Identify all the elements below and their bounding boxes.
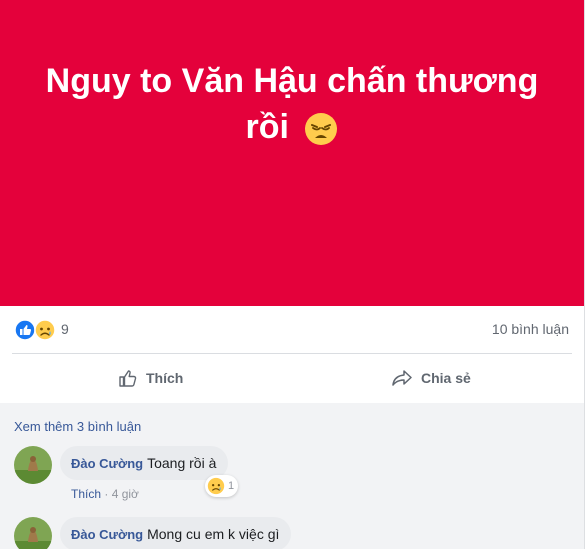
sad-icon [34,319,56,341]
avatar[interactable] [14,446,52,484]
comment-like-link[interactable]: Thích [71,487,101,501]
sad-icon [207,477,225,495]
comment-text: Toang rồi à [147,455,217,471]
comment-bubble: Đào Cường Mong cu em k việc gì [60,517,292,549]
banner-text: Nguy to Văn Hậu chấn thương rồi [30,58,554,150]
comment-meta: Thích · 4 giờ [71,487,139,501]
action-bar: Thích Chia sẻ [0,354,584,402]
avatar-image [14,517,52,549]
comment-author[interactable]: Đào Cường [71,527,143,542]
comment-text: Mong cu em k việc gì [147,526,280,542]
comment-author[interactable]: Đào Cường [71,456,143,471]
weary-face-icon [305,113,338,146]
banner-text-line1: Nguy to Văn Hậu chấn thương [45,62,539,100]
banner-text-line2: rồi [245,108,289,146]
share-label: Chia sẻ [421,370,471,386]
post-banner: Nguy to Văn Hậu chấn thương rồi [0,0,584,306]
meta-separator: · [104,487,112,501]
post-card: Nguy to Văn Hậu chấn thương rồi 9 10 bìn… [0,0,585,549]
share-button[interactable]: Chia sẻ [391,364,471,392]
reactions-bar: 9 10 bình luận [0,306,584,352]
comment-bubble: Đào Cường Toang rồi à [60,446,229,480]
share-arrow-icon [392,370,412,386]
comment-reaction-badge[interactable]: 1 [205,475,239,497]
like-button[interactable]: Thích [118,364,183,392]
like-label: Thích [146,370,184,386]
comments-section: Xem thêm 3 bình luận Đào Cường Toang rồi… [0,403,584,549]
comment-count[interactable]: 10 bình luận [492,321,569,337]
comment-time[interactable]: 4 giờ [112,487,139,501]
see-more-comments-link[interactable]: Xem thêm 3 bình luận [14,419,141,434]
thumbs-up-icon [119,370,137,387]
comment-reaction-count: 1 [228,480,235,492]
like-icon [14,319,36,341]
avatar[interactable] [14,517,52,549]
reaction-count[interactable]: 9 [61,321,69,337]
avatar-image [14,446,52,484]
